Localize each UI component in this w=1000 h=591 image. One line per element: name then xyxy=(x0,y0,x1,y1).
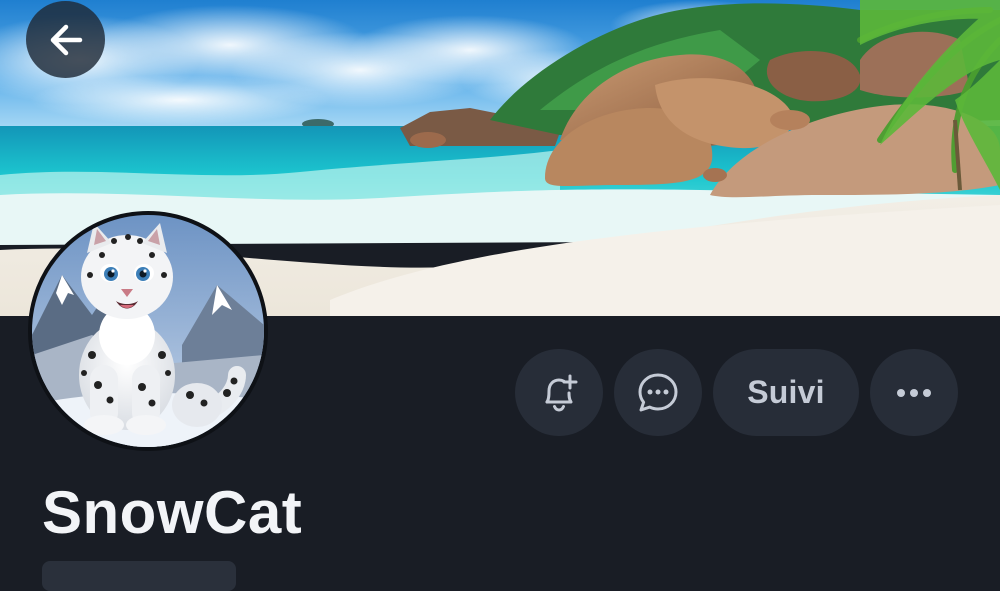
profile-handle-chip xyxy=(42,561,236,591)
bell-plus-icon xyxy=(545,374,578,412)
avatar[interactable] xyxy=(28,211,268,451)
profile-name: SnowCat xyxy=(42,479,303,546)
arrow-left-icon xyxy=(50,24,82,55)
more-horizontal-icon xyxy=(897,388,931,397)
notify-button[interactable] xyxy=(515,349,603,436)
follow-button[interactable]: Suivi xyxy=(713,349,859,436)
chat-bubble-icon xyxy=(638,373,678,411)
more-options-button[interactable] xyxy=(870,349,958,436)
follow-button-label: Suivi xyxy=(747,374,825,410)
snow-leopard-avatar-image xyxy=(32,215,264,447)
back-button[interactable] xyxy=(26,1,105,78)
message-button[interactable] xyxy=(614,349,702,436)
